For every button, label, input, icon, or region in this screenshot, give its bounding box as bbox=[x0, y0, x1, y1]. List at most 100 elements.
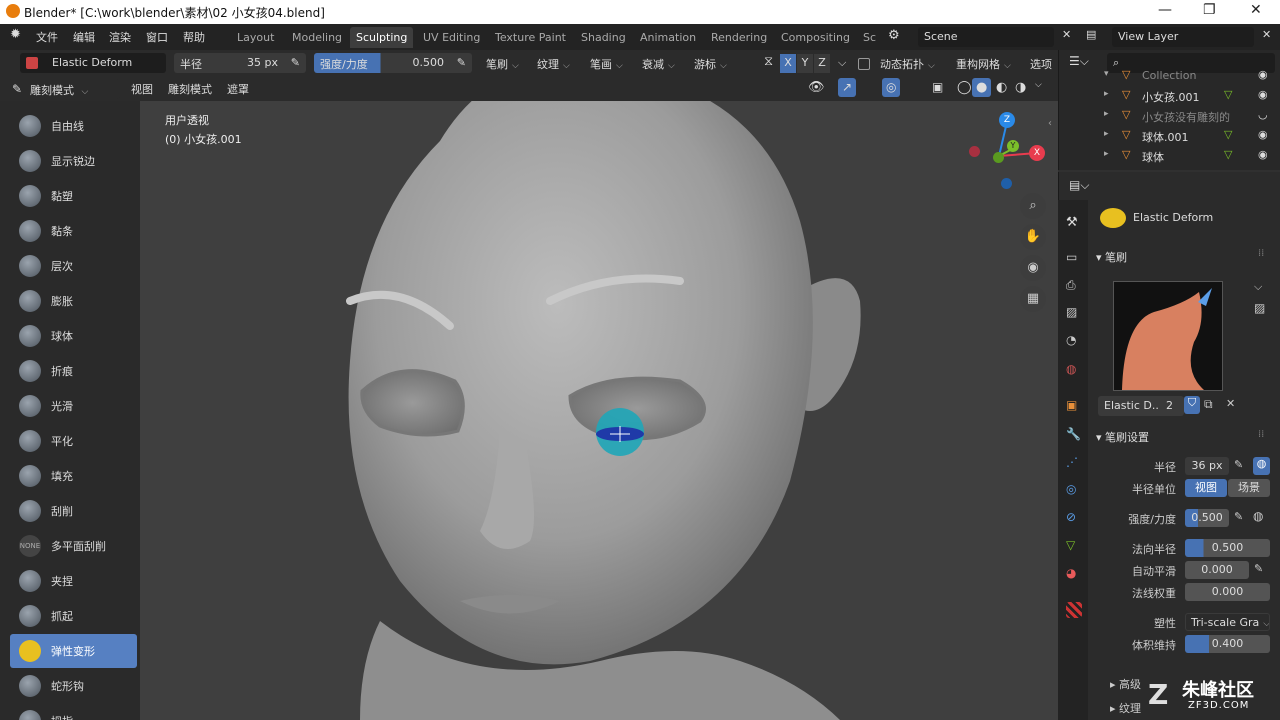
radius-pressure-icon[interactable]: ✎ bbox=[1234, 458, 1243, 471]
view-layer-field[interactable]: View Layer bbox=[1112, 27, 1254, 47]
outliner-item[interactable]: ▾ ▽ Collection ◉ bbox=[1062, 66, 1276, 86]
strength-unified-icon[interactable]: ◍ bbox=[1253, 509, 1263, 523]
pan-hand-icon[interactable]: ✋ bbox=[1020, 224, 1046, 250]
gizmo-y-icon[interactable]: Y bbox=[1007, 140, 1019, 152]
axis-y-toggle[interactable]: Y bbox=[797, 54, 813, 73]
axis-z-toggle[interactable]: Z bbox=[814, 54, 830, 73]
tab-shading[interactable]: Shading bbox=[575, 27, 632, 48]
tab-layout[interactable]: Layout bbox=[231, 27, 280, 48]
menu-brush[interactable]: 笔刷 bbox=[482, 54, 523, 73]
overlay-toggle-icon[interactable]: ◎ bbox=[882, 78, 901, 97]
texture-panel-header[interactable]: ▸ 纹理 bbox=[1110, 700, 1141, 716]
gizmo-toggle-icon[interactable]: ↗ bbox=[838, 78, 857, 97]
visibility-eye-icon[interactable]: ◉ bbox=[1258, 88, 1268, 101]
brush-panel-header[interactable]: ▾ 笔刷 bbox=[1096, 249, 1127, 265]
xray-icon[interactable]: ▣ bbox=[928, 78, 947, 97]
constraints-tab-icon[interactable]: ⊘ bbox=[1066, 510, 1082, 526]
dyntopo-checkbox[interactable] bbox=[858, 58, 870, 70]
tab-animation[interactable]: Animation bbox=[634, 27, 702, 48]
menu-help[interactable]: 帮助 bbox=[183, 29, 205, 45]
rendered-shading-icon[interactable]: ◑ bbox=[1011, 78, 1030, 97]
object-tab-icon[interactable]: ▣ bbox=[1066, 398, 1082, 414]
expand-icon[interactable]: ▾ bbox=[1104, 69, 1109, 79]
gizmo-neg-x-icon[interactable] bbox=[969, 146, 980, 157]
tool-inflate[interactable]: 膨胀 bbox=[10, 284, 137, 318]
tool-flatten[interactable]: 平化 bbox=[10, 424, 137, 458]
fake-user-shield-icon[interactable]: ⛉ bbox=[1184, 396, 1200, 414]
tool-clay-strips[interactable]: 黏条 bbox=[10, 214, 137, 248]
maximize-icon[interactable]: ❐ bbox=[1203, 2, 1216, 18]
normal-weight-value[interactable]: 0.000 bbox=[1185, 583, 1270, 601]
tool-blob[interactable]: 球体 bbox=[10, 319, 137, 353]
brush-image-icon[interactable]: ▨ bbox=[1254, 301, 1265, 315]
volume-preservation-value[interactable]: 0.400 bbox=[1185, 635, 1270, 653]
output-tab-icon[interactable]: ⎙ bbox=[1066, 278, 1082, 294]
gizmo-z-icon[interactable]: Z bbox=[999, 112, 1015, 128]
menu-falloff[interactable]: 衰减 bbox=[638, 54, 679, 73]
render-tab-icon[interactable]: ▭ bbox=[1066, 250, 1082, 266]
radius-field[interactable]: 半径 35 px ✎ bbox=[174, 53, 306, 73]
pen-pressure-icon[interactable]: ✎ bbox=[291, 56, 300, 69]
tool-pinch[interactable]: 夹捏 bbox=[10, 564, 137, 598]
strength-field[interactable]: 强度/力度 0.500 ✎ bbox=[314, 53, 472, 73]
tool-multiplane-scrape[interactable]: NONE 多平面刮削 bbox=[10, 529, 137, 563]
expand-icon[interactable]: ▸ bbox=[1104, 149, 1109, 159]
material-tab-icon[interactable]: ◕ bbox=[1066, 566, 1082, 582]
tool-layer[interactable]: 层次 bbox=[10, 249, 137, 283]
visibility-eye-icon[interactable]: ◉ bbox=[1258, 148, 1268, 161]
mesh-data-icon[interactable]: ▽ bbox=[1224, 148, 1232, 161]
visibility-eye-icon[interactable]: ◉ bbox=[1258, 128, 1268, 141]
tab-rendering[interactable]: Rendering bbox=[705, 27, 773, 48]
physics-tab-icon[interactable]: ◎ bbox=[1066, 482, 1082, 498]
mesh-data-icon[interactable]: ▽ bbox=[1224, 128, 1232, 141]
blender-menu-icon[interactable]: ✹ bbox=[10, 27, 21, 42]
strength-pressure-icon[interactable]: ✎ bbox=[457, 56, 466, 69]
strength-setting-pressure-icon[interactable]: ✎ bbox=[1234, 510, 1243, 523]
tool-tab-icon[interactable]: ⚒ bbox=[1066, 215, 1082, 231]
tab-sculpting[interactable]: Sculpting bbox=[350, 27, 414, 48]
radius-setting-value[interactable]: 36 px bbox=[1185, 457, 1229, 475]
shading-options-icon[interactable]: ⌵ bbox=[1031, 78, 1046, 97]
auto-smooth-value[interactable]: 0.000 bbox=[1185, 561, 1249, 579]
tool-thumb[interactable]: 拇指 bbox=[10, 704, 137, 720]
brush-settings-header[interactable]: ▾ 笔刷设置 bbox=[1096, 429, 1149, 445]
tool-elastic-deform[interactable]: 弹性变形 bbox=[10, 634, 137, 668]
deform-type-select[interactable]: Tri-scale Gra bbox=[1185, 613, 1270, 631]
visibility-eye-icon[interactable]: ◉ bbox=[1258, 68, 1268, 81]
solid-shading-icon[interactable]: ● bbox=[972, 78, 992, 97]
tab-compositing[interactable]: Compositing bbox=[775, 27, 856, 48]
radius-unit-scene[interactable]: 场景 bbox=[1228, 479, 1270, 497]
tool-draw-sharp[interactable]: 显示锐边 bbox=[10, 144, 137, 178]
expand-icon[interactable]: ▸ bbox=[1104, 89, 1109, 99]
panel-drag-icon[interactable]: ⁞⁞ bbox=[1258, 429, 1264, 440]
outliner-item[interactable]: ▸ ▽ 小女孩没有雕刻的 ◡ bbox=[1062, 106, 1276, 126]
visibility-icon[interactable]: 👁 bbox=[804, 78, 829, 97]
brush-selector[interactable]: Elastic Deform bbox=[20, 53, 166, 73]
symmetry-icon[interactable]: ⧖ bbox=[760, 52, 777, 71]
panel-drag-icon-2[interactable]: ⁞⁞ bbox=[1258, 248, 1264, 259]
options-menu[interactable]: 选项 bbox=[1026, 54, 1056, 73]
outliner-item[interactable]: ▸ ▽ 球体 ▽ ◉ bbox=[1062, 146, 1276, 166]
tab-modeling[interactable]: Modeling bbox=[286, 27, 348, 48]
menu-cursor[interactable]: 游标 bbox=[690, 54, 731, 73]
3d-viewport[interactable] bbox=[140, 101, 1058, 720]
gizmo-neg-z-icon[interactable] bbox=[1001, 178, 1012, 189]
gizmo-x-icon[interactable]: X bbox=[1029, 145, 1045, 161]
radius-unit-view[interactable]: 视图 bbox=[1185, 479, 1227, 497]
expand-icon[interactable]: ▸ bbox=[1104, 129, 1109, 139]
expand-icon[interactable]: ▸ bbox=[1104, 109, 1109, 119]
menu-view[interactable]: 视图 bbox=[127, 79, 157, 98]
tab-texture-paint[interactable]: Texture Paint bbox=[489, 27, 572, 48]
view-layer-close-icon[interactable]: ✕ bbox=[1262, 28, 1271, 41]
minimize-icon[interactable]: — bbox=[1158, 2, 1172, 18]
strength-setting-value[interactable]: 0.500 bbox=[1185, 509, 1229, 527]
lock-icon[interactable]: ⌵ bbox=[834, 54, 850, 73]
world-tab-icon[interactable]: ◍ bbox=[1066, 362, 1082, 378]
close-icon[interactable]: ✕ bbox=[1250, 2, 1262, 18]
material-shading-icon[interactable]: ◐ bbox=[992, 78, 1011, 97]
axis-x-toggle[interactable]: X bbox=[780, 54, 796, 73]
perspective-grid-icon[interactable]: ▦ bbox=[1020, 286, 1046, 312]
tool-fill[interactable]: 填充 bbox=[10, 459, 137, 493]
unlink-icon[interactable]: ✕ bbox=[1226, 397, 1235, 410]
scene-icon[interactable]: ⚙ bbox=[888, 28, 900, 43]
